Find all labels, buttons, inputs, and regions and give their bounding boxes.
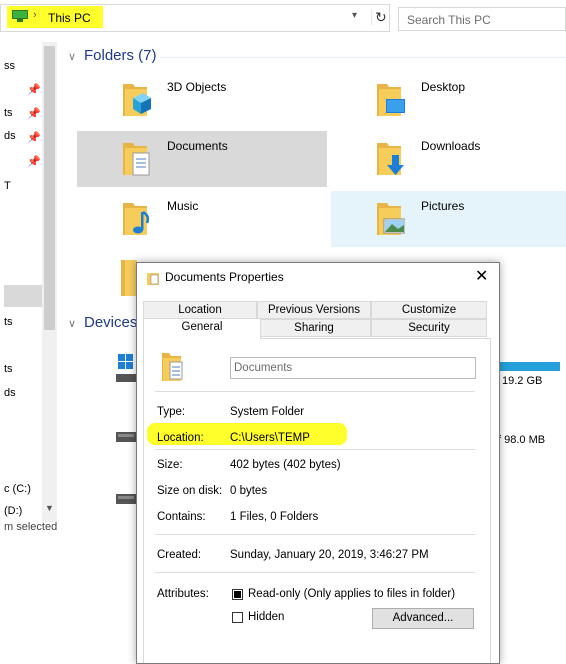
documents-icon xyxy=(162,353,183,381)
breadcrumb-this-pc[interactable]: This PC xyxy=(48,11,91,25)
folder-music[interactable]: Music xyxy=(77,191,327,247)
nav-selected-item[interactable] xyxy=(4,285,42,307)
type-label: Type: xyxy=(157,406,186,418)
properties-dialog: Documents Properties ✕ Location Previous… xyxy=(136,262,500,664)
folder-desktop[interactable]: Desktop xyxy=(331,72,566,128)
documents-icon xyxy=(123,143,150,176)
divider xyxy=(155,572,475,573)
hidden-checkbox[interactable] xyxy=(232,612,243,623)
created-label: Created: xyxy=(157,549,202,561)
section-divider xyxy=(160,57,566,58)
attributes-label: Attributes: xyxy=(157,588,209,600)
folder-label: Desktop xyxy=(421,80,466,94)
divider xyxy=(155,449,475,450)
3d-objects-icon xyxy=(123,84,151,116)
nav-item[interactable]: ts xyxy=(4,363,13,375)
advanced-button[interactable]: Advanced... xyxy=(372,608,474,629)
readonly-label[interactable]: Read-only (Only applies to files in fold… xyxy=(248,588,455,600)
tab-location[interactable]: Location xyxy=(143,301,257,319)
nav-scrollbar-thumb[interactable] xyxy=(44,46,55,330)
folder-label: Pictures xyxy=(421,199,465,213)
folder-label: Downloads xyxy=(421,139,481,153)
tab-customize[interactable]: Customize xyxy=(371,301,487,319)
close-icon[interactable]: ✕ xyxy=(475,266,488,286)
drive-free-space: 19.2 GB xyxy=(502,375,543,387)
location-value: C:\Users\TEMP xyxy=(230,432,310,444)
scroll-down-icon[interactable]: ▼ xyxy=(45,503,54,513)
devices-section-title[interactable]: Devices xyxy=(84,314,137,331)
size-value: 402 bytes (402 bytes) xyxy=(230,459,341,471)
videos-folder-icon[interactable] xyxy=(121,258,137,298)
divider xyxy=(155,534,475,535)
pictures-icon xyxy=(377,203,405,235)
folder-label: Documents xyxy=(167,139,228,153)
refresh-icon[interactable]: ↻ xyxy=(371,9,391,25)
dialog-title: Documents Properties xyxy=(165,270,284,284)
tab-general[interactable]: General xyxy=(143,318,261,339)
folder-3d-objects[interactable]: 3D Objects xyxy=(77,72,327,128)
nav-item[interactable]: T xyxy=(4,180,11,192)
this-pc-icon xyxy=(12,10,28,22)
folder-icon xyxy=(147,273,159,285)
pin-icon: 📌 xyxy=(27,84,41,96)
breadcrumb-chevron-icon[interactable]: › xyxy=(33,9,37,21)
drive-e-icon[interactable] xyxy=(116,482,136,508)
contains-value: 1 Files, 0 Folders xyxy=(230,511,319,523)
drive-free-space: f 98.0 MB xyxy=(498,434,546,446)
pin-icon: 📌 xyxy=(27,108,41,120)
readonly-checkbox[interactable] xyxy=(232,589,243,600)
created-value: Sunday, January 20, 2019, 3:46:27 PM xyxy=(230,549,429,561)
collapse-devices-icon[interactable]: ∨ xyxy=(68,317,76,330)
downloads-icon xyxy=(377,143,404,175)
size-label: Size: xyxy=(157,459,183,471)
collapse-folders-icon[interactable]: ∨ xyxy=(68,50,76,63)
folder-pictures[interactable]: Pictures xyxy=(331,191,566,247)
divider xyxy=(155,391,475,392)
nav-item-drive-c[interactable]: c (C:) xyxy=(4,483,31,495)
music-icon xyxy=(123,203,150,235)
nav-item[interactable]: ts xyxy=(4,316,13,328)
nav-item[interactable]: ss xyxy=(4,60,15,72)
pin-icon: 📌 xyxy=(27,156,41,168)
drive-d-icon[interactable] xyxy=(116,420,136,446)
folder-name-field[interactable]: Documents xyxy=(230,357,476,379)
tab-sharing[interactable]: Sharing xyxy=(257,319,371,337)
folder-label: 3D Objects xyxy=(167,80,227,94)
size-on-disk-label: Size on disk: xyxy=(157,485,223,497)
folder-downloads[interactable]: Downloads xyxy=(331,131,566,187)
drive-c-icon[interactable] xyxy=(116,352,136,384)
nav-item[interactable]: ts xyxy=(4,107,13,119)
folder-label: Music xyxy=(167,199,199,213)
tab-previous-versions[interactable]: Previous Versions xyxy=(257,301,371,319)
location-label: Location: xyxy=(157,432,204,444)
nav-item-drive-d[interactable]: (D:) xyxy=(4,505,22,517)
tab-security[interactable]: Security xyxy=(371,319,487,337)
search-input[interactable]: Search This PC xyxy=(398,7,566,31)
hidden-label[interactable]: Hidden xyxy=(248,611,284,623)
desktop-icon xyxy=(377,84,405,116)
type-value: System Folder xyxy=(230,406,305,418)
contains-label: Contains: xyxy=(157,511,206,523)
address-dropdown-icon[interactable]: ▾ xyxy=(352,10,357,21)
nav-item[interactable]: ds xyxy=(4,387,16,399)
status-bar-text: m selected xyxy=(4,521,58,533)
drive-usage-bar xyxy=(498,362,560,371)
folder-documents[interactable]: Documents xyxy=(77,131,327,187)
pin-icon: 📌 xyxy=(27,132,41,144)
nav-item[interactable]: ds xyxy=(4,130,16,142)
folders-section-title[interactable]: Folders (7) xyxy=(84,47,157,64)
size-on-disk-value: 0 bytes xyxy=(230,485,268,497)
